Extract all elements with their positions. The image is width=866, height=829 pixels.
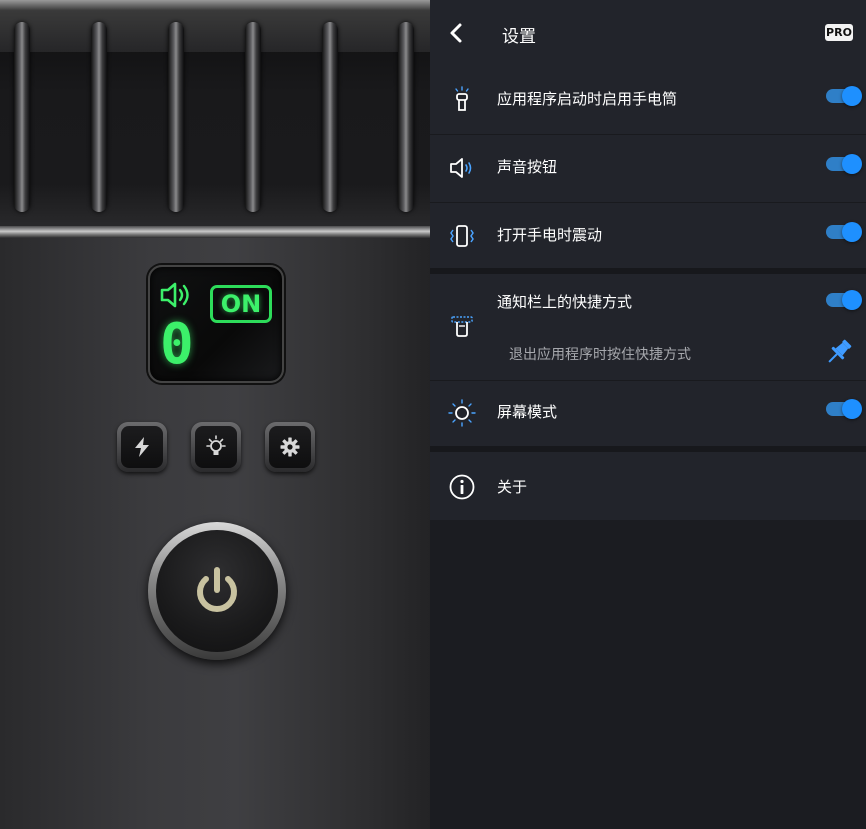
toggle-switch[interactable]	[826, 290, 862, 310]
setting-row-screen-mode[interactable]: 屏幕模式	[430, 380, 866, 446]
settings-button[interactable]	[265, 422, 315, 472]
head-groove	[168, 22, 184, 212]
app-root: ON 0 设置 PRO 应用程序启动时启用手电筒 声音按钮 打开手电时震动 通知…	[0, 0, 866, 829]
app-bar: 设置 PRO	[430, 0, 866, 66]
settings-group: 应用程序启动时启用手电筒 声音按钮 打开手电时震动	[430, 66, 866, 268]
flashlight-icon	[455, 86, 469, 111]
lightning-icon	[135, 437, 149, 457]
lightbulb-icon	[206, 435, 226, 455]
info-icon	[449, 474, 475, 500]
power-icon	[197, 567, 237, 612]
settings-group: 通知栏上的快捷方式 退出应用程序时按住快捷方式 屏幕模式	[430, 274, 866, 446]
vibrate-icon	[450, 225, 474, 247]
toggle-switch[interactable]	[826, 222, 862, 242]
head-rim	[0, 226, 430, 238]
page-title: 设置	[502, 27, 536, 47]
toggle-switch[interactable]	[826, 399, 862, 419]
back-button[interactable]	[442, 18, 470, 48]
setting-label: 屏幕模式	[497, 403, 558, 421]
setting-row-about[interactable]: 关于	[430, 452, 866, 520]
setting-label: 关于	[497, 478, 528, 496]
flashlight-head	[0, 0, 430, 230]
setting-row-notification-shortcut[interactable]: 通知栏上的快捷方式 退出应用程序时按住快捷方式	[430, 274, 866, 380]
settings-panel: 设置 PRO 应用程序启动时启用手电筒 声音按钮 打开手电时震动 通知栏上的快捷…	[430, 0, 866, 829]
settings-group: 关于	[430, 452, 866, 520]
head-groove	[91, 22, 107, 212]
pro-badge[interactable]: PRO	[825, 24, 853, 41]
head-groove	[322, 22, 338, 212]
setting-label: 声音按钮	[497, 158, 558, 176]
speaker-icon	[450, 158, 472, 178]
head-groove	[245, 22, 261, 212]
setting-label: 通知栏上的快捷方式	[497, 293, 633, 311]
setting-label: 应用程序启动时启用手电筒	[497, 90, 678, 108]
toggle-switch[interactable]	[826, 154, 862, 174]
gear-icon	[280, 437, 300, 457]
setting-row-sound-button[interactable]: 声音按钮	[430, 134, 866, 202]
status-badge: ON	[210, 285, 272, 323]
head-groove	[14, 22, 30, 212]
head-groove	[398, 22, 414, 212]
speaker-icon[interactable]	[160, 281, 192, 309]
power-button[interactable]	[148, 522, 286, 660]
strobe-counter: 0	[160, 312, 194, 377]
sun-icon	[448, 399, 476, 427]
setting-label: 打开手电时震动	[497, 226, 603, 244]
setting-row-launch-flashlight[interactable]: 应用程序启动时启用手电筒	[430, 66, 866, 134]
setting-row-vibrate[interactable]: 打开手电时震动	[430, 202, 866, 270]
notification-shortcut-icon	[451, 316, 473, 337]
setting-sublabel: 退出应用程序时按住快捷方式	[509, 347, 691, 363]
flashlight-panel: ON 0	[0, 0, 430, 829]
head-highlight	[0, 0, 430, 52]
pin-icon[interactable]	[823, 336, 855, 368]
flash-button[interactable]	[117, 422, 167, 472]
led-display: ON 0	[148, 265, 284, 383]
chevron-left-icon	[450, 23, 462, 43]
toggle-switch[interactable]	[826, 86, 862, 106]
light-mode-button[interactable]	[191, 422, 241, 472]
